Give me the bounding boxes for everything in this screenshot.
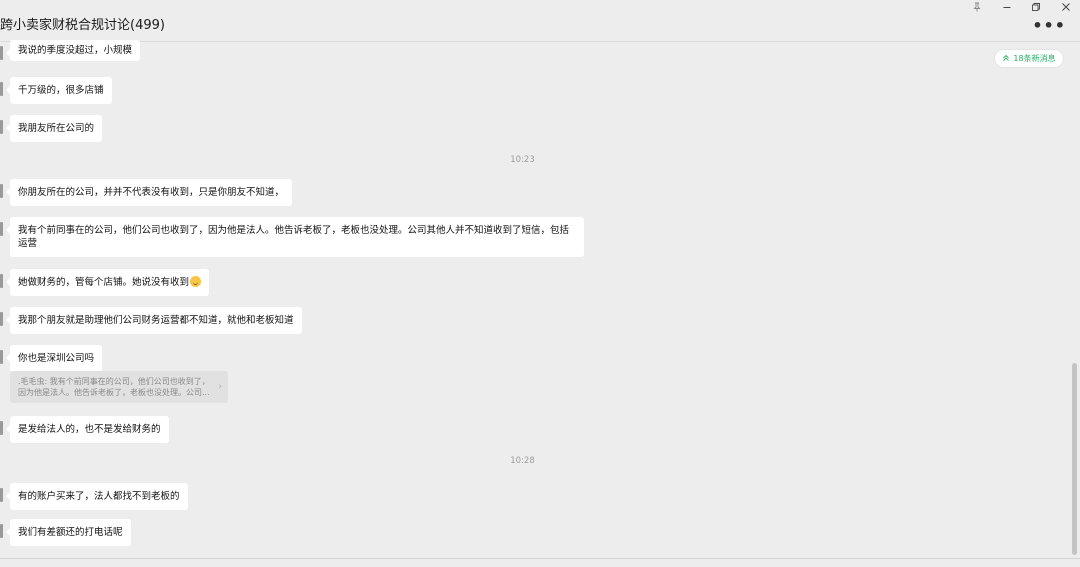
title-bar: 跨小卖家财税合规讨论(499) •••: [0, 0, 1080, 42]
timestamp: 10:23: [510, 155, 535, 165]
message-text: 我们有差额还的打电话呢: [18, 527, 123, 538]
message-text: 是发给法人的，也不是发给财务的: [18, 424, 161, 435]
chat-title: 跨小卖家财税合规讨论(499): [0, 18, 165, 33]
close-icon[interactable]: [1051, 0, 1080, 14]
quote-line-1: .毛毛虫: 我有个前同事在的公司，他们公司也收到了，: [18, 377, 210, 386]
message-text: 我朋友所在公司的: [18, 123, 95, 134]
minimize-icon[interactable]: [992, 0, 1022, 14]
restore-icon[interactable]: [1021, 0, 1051, 14]
avatar[interactable]: [0, 46, 3, 60]
message-bubble[interactable]: 我朋友所在公司的: [5, 115, 103, 142]
double-chevron-up-icon: [1002, 54, 1010, 64]
avatar[interactable]: [0, 82, 3, 96]
message-bubble[interactable]: 我说的季度没超过，小规模: [5, 40, 141, 61]
avatar[interactable]: [0, 184, 3, 198]
divider: [0, 558, 1080, 559]
scrollbar-thumb[interactable]: [1072, 363, 1077, 555]
quoted-message[interactable]: .毛毛虫: 我有个前同事在的公司，他们公司也收到了， 因为他是法人。他告诉老板了…: [10, 371, 228, 403]
message-text: 她做财务的，管每个店铺。她说没有收到: [18, 277, 190, 288]
timestamp: 10:28: [510, 456, 535, 466]
pin-icon[interactable]: [962, 0, 992, 14]
message-text: 我说的季度没超过，小规模: [18, 45, 133, 56]
message-text: 我那个朋友就是助理他们公司财务运营都不知道，就他和老板知道: [18, 315, 294, 326]
avatar[interactable]: [0, 488, 3, 502]
message-text: 有的账户买来了，法人都找不到老板的: [18, 491, 180, 502]
message-bubble[interactable]: 千万级的，很多店铺: [6, 77, 112, 104]
message-bubble[interactable]: 你也是深圳公司吗: [5, 345, 103, 372]
avatar[interactable]: [0, 274, 3, 288]
message-text: 你朋友所在的公司，并并不代表没有收到，只是你朋友不知道，: [18, 187, 285, 198]
message-bubble[interactable]: 她做财务的，管每个店铺。她说没有收到: [5, 269, 210, 296]
message-text: 千万级的，很多店铺: [18, 85, 104, 96]
message-bubble[interactable]: 是发给法人的，也不是发给财务的: [6, 416, 169, 443]
message-bubble[interactable]: 你朋友所在的公司，并并不代表没有收到，只是你朋友不知道，: [5, 179, 293, 206]
avatar[interactable]: [0, 350, 3, 364]
avatar[interactable]: [0, 421, 3, 435]
message-bubble[interactable]: 我那个朋友就是助理他们公司财务运营都不知道，就他和老板知道: [6, 307, 302, 334]
more-options-button[interactable]: •••: [1032, 18, 1066, 34]
message-bubble[interactable]: 有的账户买来了，法人都找不到老板的: [6, 483, 188, 510]
quote-line-2: 因为他是法人。他告诉老板了，老板也没处理。公司...: [18, 388, 210, 397]
avatar[interactable]: [0, 120, 3, 134]
message-text: 我有个前同事在的公司，他们公司也收到了，因为他是法人。他告诉老板了，老板也没处理…: [18, 225, 570, 249]
message-text: 你也是深圳公司吗: [18, 353, 95, 364]
message-bubble[interactable]: 我们有差额还的打电话呢: [6, 519, 131, 546]
grinning-sweat-emoji: [190, 276, 202, 287]
new-messages-button[interactable]: 18条新消息: [994, 49, 1064, 68]
avatar[interactable]: [0, 312, 3, 326]
chevron-right-icon: ›: [218, 382, 222, 392]
new-messages-label: 18条新消息: [1013, 54, 1056, 63]
message-bubble[interactable]: 我有个前同事在的公司，他们公司也收到了，因为他是法人。他告诉老板了，老板也没处理…: [6, 217, 584, 257]
avatar[interactable]: [0, 524, 3, 538]
avatar[interactable]: [0, 222, 3, 236]
chat-area: 我说的季度没超过，小规模 千万级的，很多店铺 我朋友所在公司的 10:23 你朋…: [0, 40, 1070, 558]
